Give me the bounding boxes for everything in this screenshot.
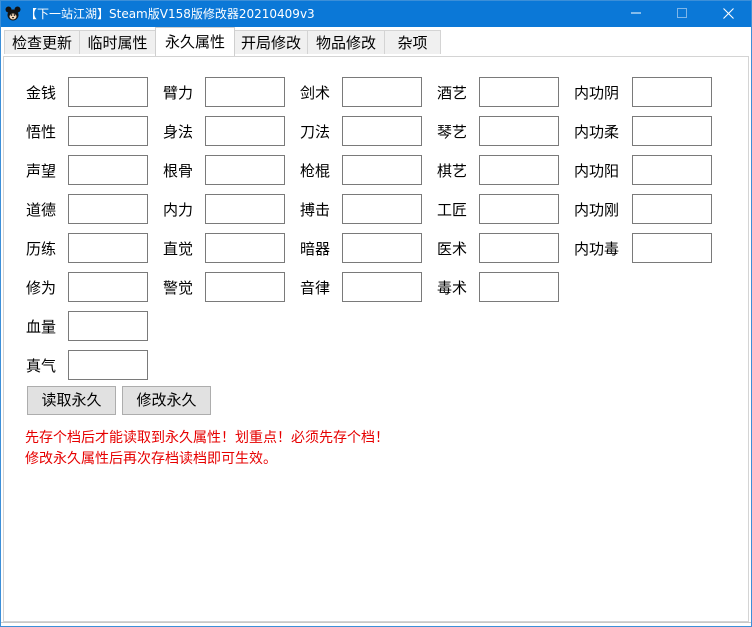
label-experience: 历练: [26, 240, 57, 258]
inner-yang-field[interactable]: [632, 155, 712, 185]
label-swordsmanship: 剑术: [300, 84, 331, 102]
inner-hard-field[interactable]: [632, 194, 712, 224]
swordsmanship-field[interactable]: [342, 77, 422, 107]
maximize-icon: [677, 6, 687, 22]
close-icon: [722, 4, 734, 23]
app-window: 【下一站江湖】Steam版V158版修改器20210409v3 检查更新 临时属…: [0, 0, 752, 627]
label-inner-hard: 内功刚: [574, 201, 620, 219]
comprehension-field[interactable]: [68, 116, 148, 146]
morality-field[interactable]: [68, 194, 148, 224]
alertness-field[interactable]: [205, 272, 285, 302]
experience-field[interactable]: [68, 233, 148, 263]
money-field[interactable]: [68, 77, 148, 107]
label-morality: 道德: [26, 201, 57, 219]
chess-art-field[interactable]: [479, 155, 559, 185]
craftsman-field[interactable]: [479, 194, 559, 224]
tab-permanent-attributes[interactable]: 永久属性: [155, 27, 235, 56]
close-button[interactable]: [705, 1, 751, 27]
tab-check-update[interactable]: 检查更新: [4, 30, 80, 54]
inner-yin-field[interactable]: [632, 77, 712, 107]
wine-art-field[interactable]: [479, 77, 559, 107]
title-bar[interactable]: 【下一站江湖】Steam版V158版修改器20210409v3: [1, 1, 751, 27]
tab-start-modify[interactable]: 开局修改: [234, 30, 308, 54]
agility-field[interactable]: [205, 116, 285, 146]
label-inner-yang: 内功阳: [574, 162, 620, 180]
label-qin-art: 琴艺: [437, 123, 468, 141]
save-notice-line2: 修改永久属性后再次存档读档即可生效。: [25, 451, 277, 467]
fist-field[interactable]: [342, 194, 422, 224]
tab-temp-attributes[interactable]: 临时属性: [79, 30, 156, 54]
constitution-field[interactable]: [205, 155, 285, 185]
label-intuition: 直觉: [163, 240, 194, 258]
inner-soft-field[interactable]: [632, 116, 712, 146]
label-alertness: 警觉: [163, 279, 194, 297]
cultivation-field[interactable]: [68, 272, 148, 302]
intuition-field[interactable]: [205, 233, 285, 263]
label-internal-power: 内力: [163, 201, 194, 219]
window-title: 【下一站江湖】Steam版V158版修改器20210409v3: [25, 7, 315, 21]
label-craftsman: 工匠: [437, 201, 468, 219]
app-icon: [5, 6, 21, 22]
tab-strip: 检查更新 临时属性 永久属性 开局修改 物品修改 杂项: [1, 27, 751, 56]
label-comprehension: 悟性: [26, 123, 57, 141]
label-inner-yin: 内功阴: [574, 84, 620, 102]
bottom-divider: [1, 622, 751, 623]
hidden-weapon-field[interactable]: [342, 233, 422, 263]
medicine-field[interactable]: [479, 233, 559, 263]
save-notice-line1: 先存个档后才能读取到永久属性！划重点！必须先存个档！: [25, 430, 389, 446]
maximize-button[interactable]: [659, 1, 705, 27]
tab-misc[interactable]: 杂项: [384, 30, 441, 54]
reputation-field[interactable]: [68, 155, 148, 185]
label-inner-poison: 内功毒: [574, 240, 620, 258]
label-spear-staff: 枪棍: [300, 162, 331, 180]
poison-art-field[interactable]: [479, 272, 559, 302]
label-money: 金钱: [26, 84, 57, 102]
label-cultivation: 修为: [26, 279, 57, 297]
modify-permanent-button[interactable]: 修改永久: [122, 386, 211, 415]
label-inner-soft: 内功柔: [574, 123, 620, 141]
label-chess-art: 棋艺: [437, 162, 468, 180]
label-wine-art: 酒艺: [437, 84, 468, 102]
label-music: 音律: [300, 279, 331, 297]
label-agility: 身法: [163, 123, 194, 141]
qi-field[interactable]: [68, 350, 148, 380]
label-fist: 搏击: [300, 201, 331, 219]
label-hp: 血量: [26, 318, 57, 336]
label-hidden-weapon: 暗器: [300, 240, 331, 258]
internal-power-field[interactable]: [205, 194, 285, 224]
read-permanent-button[interactable]: 读取永久: [27, 386, 116, 415]
blade-field[interactable]: [342, 116, 422, 146]
spear-staff-field[interactable]: [342, 155, 422, 185]
tab-item-modify[interactable]: 物品修改: [307, 30, 385, 54]
inner-poison-field[interactable]: [632, 233, 712, 263]
music-field[interactable]: [342, 272, 422, 302]
label-medicine: 医术: [437, 240, 468, 258]
label-arm-strength: 臂力: [163, 84, 194, 102]
label-blade: 刀法: [300, 123, 331, 141]
label-poison-art: 毒术: [437, 279, 468, 297]
minimize-button[interactable]: [613, 1, 659, 27]
label-constitution: 根骨: [163, 162, 194, 180]
qin-art-field[interactable]: [479, 116, 559, 146]
label-reputation: 声望: [26, 162, 57, 180]
hp-field[interactable]: [68, 311, 148, 341]
arm-strength-field[interactable]: [205, 77, 285, 107]
label-qi: 真气: [26, 357, 57, 375]
minimize-icon: [631, 6, 641, 22]
